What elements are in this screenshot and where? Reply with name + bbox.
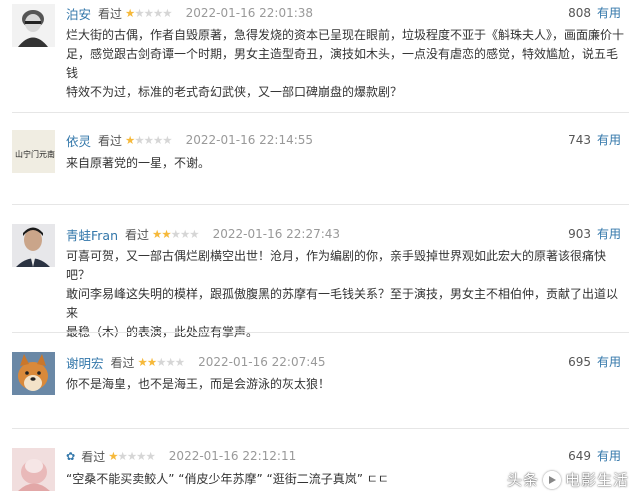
comment-line: 你不是海皇，也不是海王，而是会游泳的灰太狼！: [66, 377, 331, 391]
comment-time: 2022-01-16 22:07:45: [198, 355, 326, 369]
calligraphy-avatar-icon: 山宁门元南: [12, 130, 55, 173]
divider: [12, 204, 629, 205]
comment-meta: 谢明宏 看过 ★★★★★ 2022-01-16 22:07:45: [66, 353, 326, 371]
username-link[interactable]: 泊安: [66, 4, 91, 23]
watch-status: 看过: [98, 133, 123, 148]
username-link[interactable]: 谢明宏: [66, 353, 104, 372]
user-badge-icon: ✿: [66, 449, 76, 463]
divider: [12, 112, 629, 113]
username-link[interactable]: 青蛙Fran: [66, 225, 118, 244]
rating-stars: ★★★★★: [125, 6, 173, 20]
comment-text: 来自原著党的一星，不谢。: [66, 154, 626, 173]
portrait-avatar-icon: [12, 4, 55, 47]
avatar[interactable]: [12, 224, 55, 267]
pink-avatar-icon: [12, 448, 55, 491]
comment-time: 2022-01-16 22:01:38: [185, 6, 314, 20]
vote-count: 649: [568, 448, 591, 463]
watch-status: 看过: [110, 355, 135, 370]
username-link[interactable]: 依灵: [66, 131, 91, 150]
watermark-left: 头条: [506, 471, 539, 489]
vote-area: 743 有用: [568, 131, 621, 148]
avatar[interactable]: [12, 352, 55, 395]
rating-stars: ★★★★★: [152, 227, 200, 241]
avatar[interactable]: 山宁门元南: [12, 130, 55, 173]
comment-line: 足，感觉跟古剑奇谭一个时期，男女主造型奇丑，演技如木头，一点没有虐恋的感觉，特效…: [66, 47, 619, 80]
vote-count: 743: [568, 132, 591, 147]
useful-button[interactable]: 有用: [597, 447, 621, 464]
dog-avatar-icon: [12, 352, 55, 395]
divider: [12, 428, 629, 429]
useful-button[interactable]: 有用: [597, 225, 621, 242]
comment-meta: 泊安 看过 ★★★★★ 2022-01-16 22:01:38: [66, 4, 313, 22]
vote-area: 903 有用: [568, 225, 621, 242]
play-logo-icon: [542, 470, 561, 489]
comment-line: 可喜可贺，又一部古偶烂剧横空出世！沧月，作为编剧的你，亲手毁掉世界观如此宏大的原…: [66, 249, 607, 282]
comment-meta: 依灵 看过 ★★★★★ 2022-01-16 22:14:55: [66, 131, 313, 149]
comment-line: 来自原著党的一星，不谢。: [66, 156, 211, 170]
vote-area: 695 有用: [568, 353, 621, 370]
useful-button[interactable]: 有用: [597, 353, 621, 370]
svg-text:山宁门元南: 山宁门元南: [15, 149, 55, 159]
comment-meta: 青蛙Fran 看过 ★★★★★ 2022-01-16 22:27:43: [66, 225, 340, 243]
vote-area: 808 有用: [568, 4, 621, 21]
comment-line: 敢问李易峰这失明的模样，跟孤傲腹黑的苏摩有一毛钱关系？至于演技，男女主不相伯仲，…: [66, 287, 619, 320]
watermark-right: 电影生活: [564, 471, 629, 489]
watch-status: 看过: [81, 449, 106, 464]
comment-meta: ✿ 看过 ★★★★★ 2022-01-16 22:12:11: [66, 447, 296, 465]
comment-line: 烂大街的古偶，作者自毁原著，急得发烧的资本已呈现在眼前，垃圾程度不亚于《斛珠夫人…: [66, 28, 625, 42]
watermark: 头条 电影生活: [507, 469, 629, 490]
man-avatar-icon: [12, 224, 55, 267]
comment-time: 2022-01-16 22:14:55: [185, 133, 314, 147]
divider: [12, 332, 629, 333]
comment-text: 烂大街的古偶，作者自毁原著，急得发烧的资本已呈现在眼前，垃圾程度不亚于《斛珠夫人…: [66, 26, 626, 102]
vote-count: 695: [568, 354, 591, 369]
watch-status: 看过: [98, 6, 123, 21]
avatar[interactable]: [12, 448, 55, 491]
comment-time: 2022-01-16 22:27:43: [212, 227, 341, 241]
rating-stars: ★★★★★: [125, 133, 173, 147]
rating-stars: ★★★★★: [137, 355, 186, 369]
rating-stars: ★★★★★: [108, 449, 156, 463]
avatar[interactable]: [12, 4, 55, 47]
comment-line: 特效不为过，标准的老式奇幻武侠，又一部口碑崩盘的爆款剧？: [66, 85, 403, 99]
vote-count: 903: [568, 226, 591, 241]
comment-text: 你不是海皇，也不是海王，而是会游泳的灰太狼！: [66, 375, 626, 394]
useful-button[interactable]: 有用: [597, 4, 621, 21]
comment-time: 2022-01-16 22:12:11: [168, 449, 297, 463]
vote-count: 808: [568, 5, 591, 20]
comment-text: 可喜可贺，又一部古偶烂剧横空出世！沧月，作为编剧的你，亲手毁掉世界观如此宏大的原…: [66, 247, 626, 342]
useful-button[interactable]: 有用: [597, 131, 621, 148]
vote-area: 649 有用: [568, 447, 621, 464]
watch-status: 看过: [125, 227, 150, 242]
